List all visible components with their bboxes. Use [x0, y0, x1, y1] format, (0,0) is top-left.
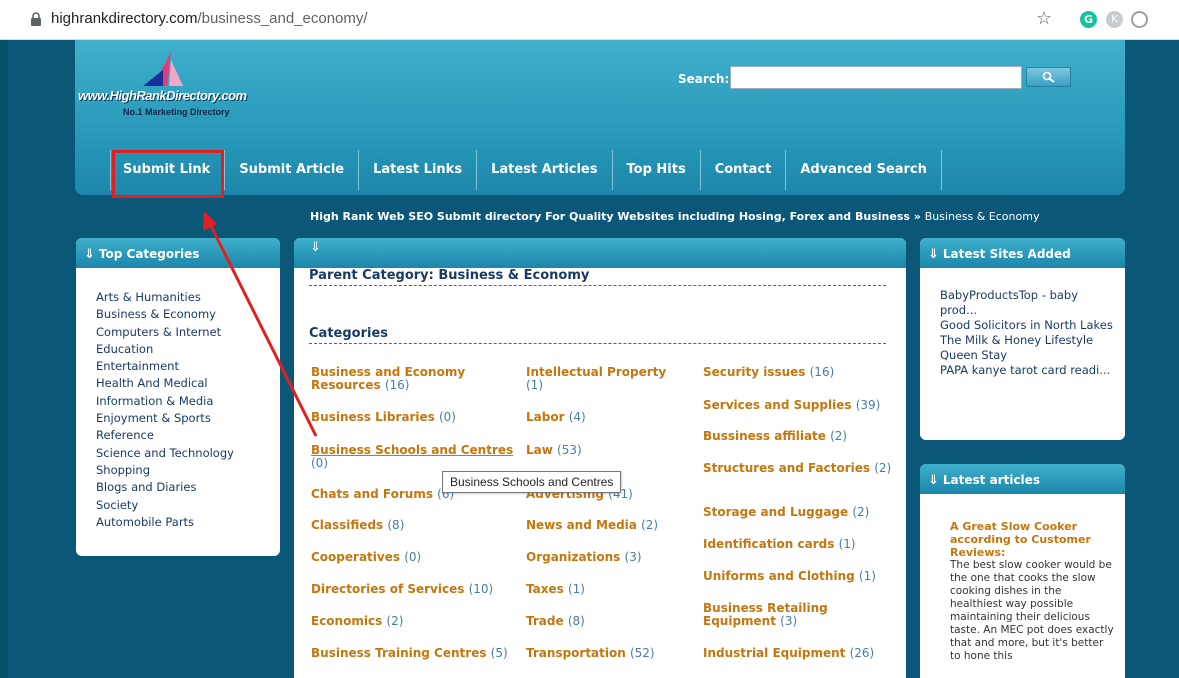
bookmark-star-icon[interactable]: ☆ — [1036, 8, 1052, 29]
profile-extension-icon[interactable]: K — [1106, 11, 1123, 28]
page-body: www.HighRankDirectory.com No.1 Marketing… — [8, 40, 1179, 678]
url-host: highrankdirectory.com — [51, 10, 198, 27]
lock-icon — [31, 12, 41, 26]
url-text[interactable]: highrankdirectory.com/business_and_econo… — [51, 10, 368, 27]
annotation-arrow-icon — [203, 211, 318, 437]
grammarly-extension-icon[interactable]: G — [1080, 11, 1097, 28]
browser-address-bar: highrankdirectory.com/business_and_econo… — [0, 0, 1179, 40]
url-path: /business_and_economy/ — [197, 10, 368, 27]
globe-extension-icon[interactable] — [1131, 11, 1148, 28]
